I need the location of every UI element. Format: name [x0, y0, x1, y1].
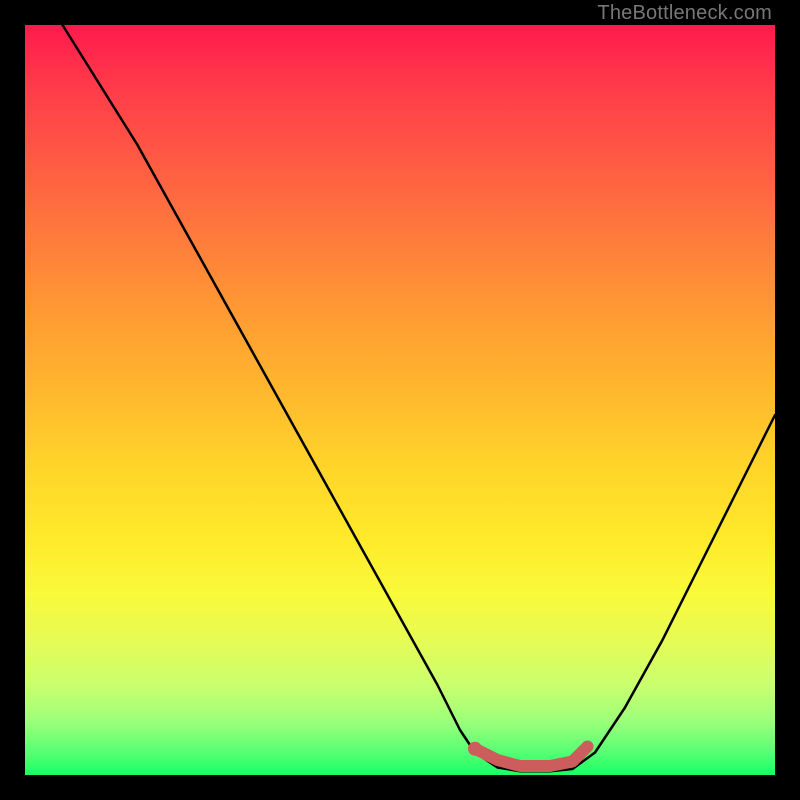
optimal-range-highlight	[475, 747, 588, 767]
chart-overlay	[25, 25, 775, 775]
chart-frame: TheBottleneck.com	[0, 0, 800, 800]
bottleneck-curve	[25, 0, 775, 771]
optimal-start-dot	[468, 742, 482, 756]
watermark-label: TheBottleneck.com	[597, 2, 772, 25]
